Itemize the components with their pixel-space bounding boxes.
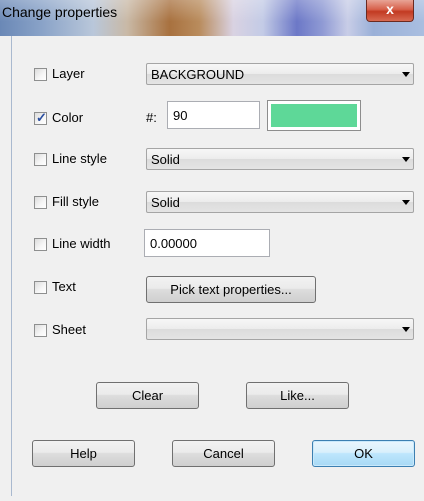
color-number-value: 90: [173, 108, 188, 123]
line-width-value: 0.00000: [150, 236, 197, 251]
color-number-input[interactable]: 90: [167, 101, 260, 129]
color-swatch-button[interactable]: [267, 100, 361, 131]
text-label: Text: [52, 279, 76, 294]
line-width-checkbox[interactable]: [34, 238, 47, 251]
color-hash-label: #:: [146, 110, 157, 125]
sheet-label: Sheet: [52, 322, 86, 337]
chevron-down-icon: [402, 72, 410, 77]
fill-style-value: Solid: [151, 195, 180, 210]
window-title: Change properties: [2, 4, 118, 20]
chevron-down-icon: [402, 327, 410, 332]
close-button[interactable]: x: [366, 0, 414, 22]
fill-style-label: Fill style: [52, 194, 99, 209]
color-checkbox[interactable]: ✓: [34, 110, 47, 125]
fill-style-checkbox[interactable]: [34, 196, 47, 209]
ok-button[interactable]: OK: [312, 440, 415, 467]
close-icon: x: [386, 1, 394, 17]
layer-checkbox[interactable]: [34, 68, 47, 81]
color-label: Color: [52, 110, 84, 125]
clear-button[interactable]: Clear: [96, 382, 199, 409]
checkmark-icon: ✓: [36, 110, 47, 125]
line-style-label: Line style: [52, 151, 107, 166]
sheet-checkbox[interactable]: [34, 324, 47, 337]
fill-style-dropdown[interactable]: Solid: [146, 191, 414, 213]
chevron-down-icon: [402, 157, 410, 162]
line-width-input[interactable]: 0.00000: [144, 229, 270, 257]
pick-text-properties-button[interactable]: Pick text properties...: [146, 276, 316, 303]
line-width-label: Line width: [52, 236, 111, 251]
cancel-button[interactable]: Cancel: [172, 440, 275, 467]
layer-label: Layer: [52, 66, 85, 81]
chevron-down-icon: [402, 200, 410, 205]
line-style-value: Solid: [151, 152, 180, 167]
like-button[interactable]: Like...: [246, 382, 349, 409]
title-bar: Change properties x: [0, 0, 424, 36]
text-checkbox[interactable]: [34, 281, 47, 294]
line-style-checkbox[interactable]: [34, 153, 47, 166]
color-swatch: [271, 104, 357, 127]
line-style-dropdown[interactable]: Solid: [146, 148, 414, 170]
layer-value: BACKGROUND: [151, 67, 245, 82]
help-button[interactable]: Help: [32, 440, 135, 467]
sheet-dropdown[interactable]: [146, 318, 414, 340]
layer-dropdown[interactable]: BACKGROUND: [146, 63, 414, 85]
